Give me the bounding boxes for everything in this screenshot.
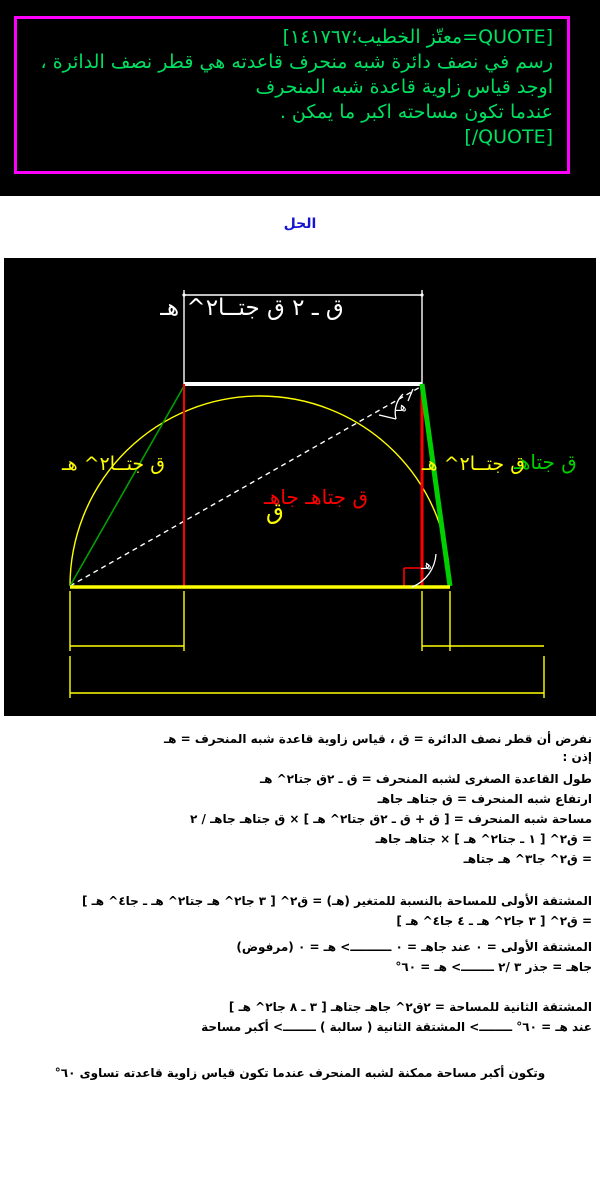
proof-line-12: المشتقة الثانية للمساحة = ٢ق٢^ جاهـ جتاه… bbox=[228, 1000, 592, 1014]
angle-tick-top bbox=[407, 388, 414, 402]
solution-strip: الحل bbox=[0, 196, 600, 258]
proof-line-2: إذن : bbox=[562, 750, 593, 764]
label-top-base: ق ـ ٢ ق جتــا٢^ هـ bbox=[160, 295, 344, 321]
proof-line-8: المشتقة الأولى للمساحة بالنسبة للمتغير (… bbox=[81, 894, 592, 908]
proof-line-10: المشتقة الأولى = ٠ عند جاهـ = ٠ ــــــــ… bbox=[236, 940, 592, 954]
proof-line-11: جاهـ = جذر ٣ /٢ ــــــــ> هـ = ٦٠° bbox=[395, 960, 592, 974]
label-bottom-left-segment: ق جتــا٢^ هـ bbox=[62, 453, 165, 475]
angle-label-top-right: هـ bbox=[396, 400, 407, 415]
quote-text: [QUOTE=معتّز الخطيب؛١٤١٧٦٧] رسم في نصف د… bbox=[40, 26, 553, 148]
bottom-dimension-brackets bbox=[69, 591, 545, 698]
label-bottom-right-segment: ق جتــا٢^ هـ bbox=[422, 453, 525, 475]
proof-line-3: طول القاعدة الصغرى لشبه المنحرف = ق ـ ٢ق… bbox=[260, 772, 592, 786]
left-diagonal-line bbox=[69, 385, 185, 587]
proof-line-9: = ق٢^ [ ٣ جا٢^ هـ ـ ٤ جا٤^ هـ ] bbox=[396, 914, 592, 928]
proof-line-5: مساحة شبه المنحرف = [ ق + ق ـ ٢ق جتا٢^ ه… bbox=[190, 812, 592, 826]
semicircle-arc bbox=[69, 395, 451, 587]
proof-line-13: عند هـ = ٦٠° ــــــــ> المشتقة الثانية (… bbox=[201, 1020, 592, 1034]
angle-label-bottom-right: هـ bbox=[421, 558, 432, 573]
quote-banner: [QUOTE=معتّز الخطيب؛١٤١٧٦٧] رسم في نصف د… bbox=[0, 0, 600, 196]
proof-line-4: ارتفاع شبه المنحرف = ق جتاهـ جاهـ bbox=[377, 792, 592, 806]
proof-line-7: = ق٢^ جا٣^ هـ جتاهـ bbox=[463, 852, 592, 866]
proof-line-1: نفرض أن قطر نصف الدائرة = ق ، قياس زاوية… bbox=[163, 732, 592, 746]
solution-heading: الحل bbox=[283, 216, 317, 232]
angle-tick-top2 bbox=[378, 414, 397, 420]
label-diameter: ق bbox=[266, 499, 284, 525]
proof-line-6: = ق٢^ [ ١ ـ جتا٢^ هـ ] × جتاهـ جاهـ bbox=[375, 832, 592, 846]
quote-frame: [QUOTE=معتّز الخطيب؛١٤١٧٦٧] رسم في نصف د… bbox=[14, 16, 570, 174]
proof-conclusion: وتكون أكبر مساحة ممكنة لشبه المنحرف عندم… bbox=[54, 1066, 546, 1080]
geometry-diagram: ق ـ ٢ ق جتــا٢^ هـ ق جتاهـ جاهـ ق جتاهـ … bbox=[4, 258, 596, 716]
radius-dashed-line bbox=[69, 385, 423, 587]
proof-text-block: نفرض أن قطر نصف الدائرة = ق ، قياس زاوية… bbox=[0, 718, 600, 1200]
bracket-dot-right bbox=[420, 293, 424, 297]
